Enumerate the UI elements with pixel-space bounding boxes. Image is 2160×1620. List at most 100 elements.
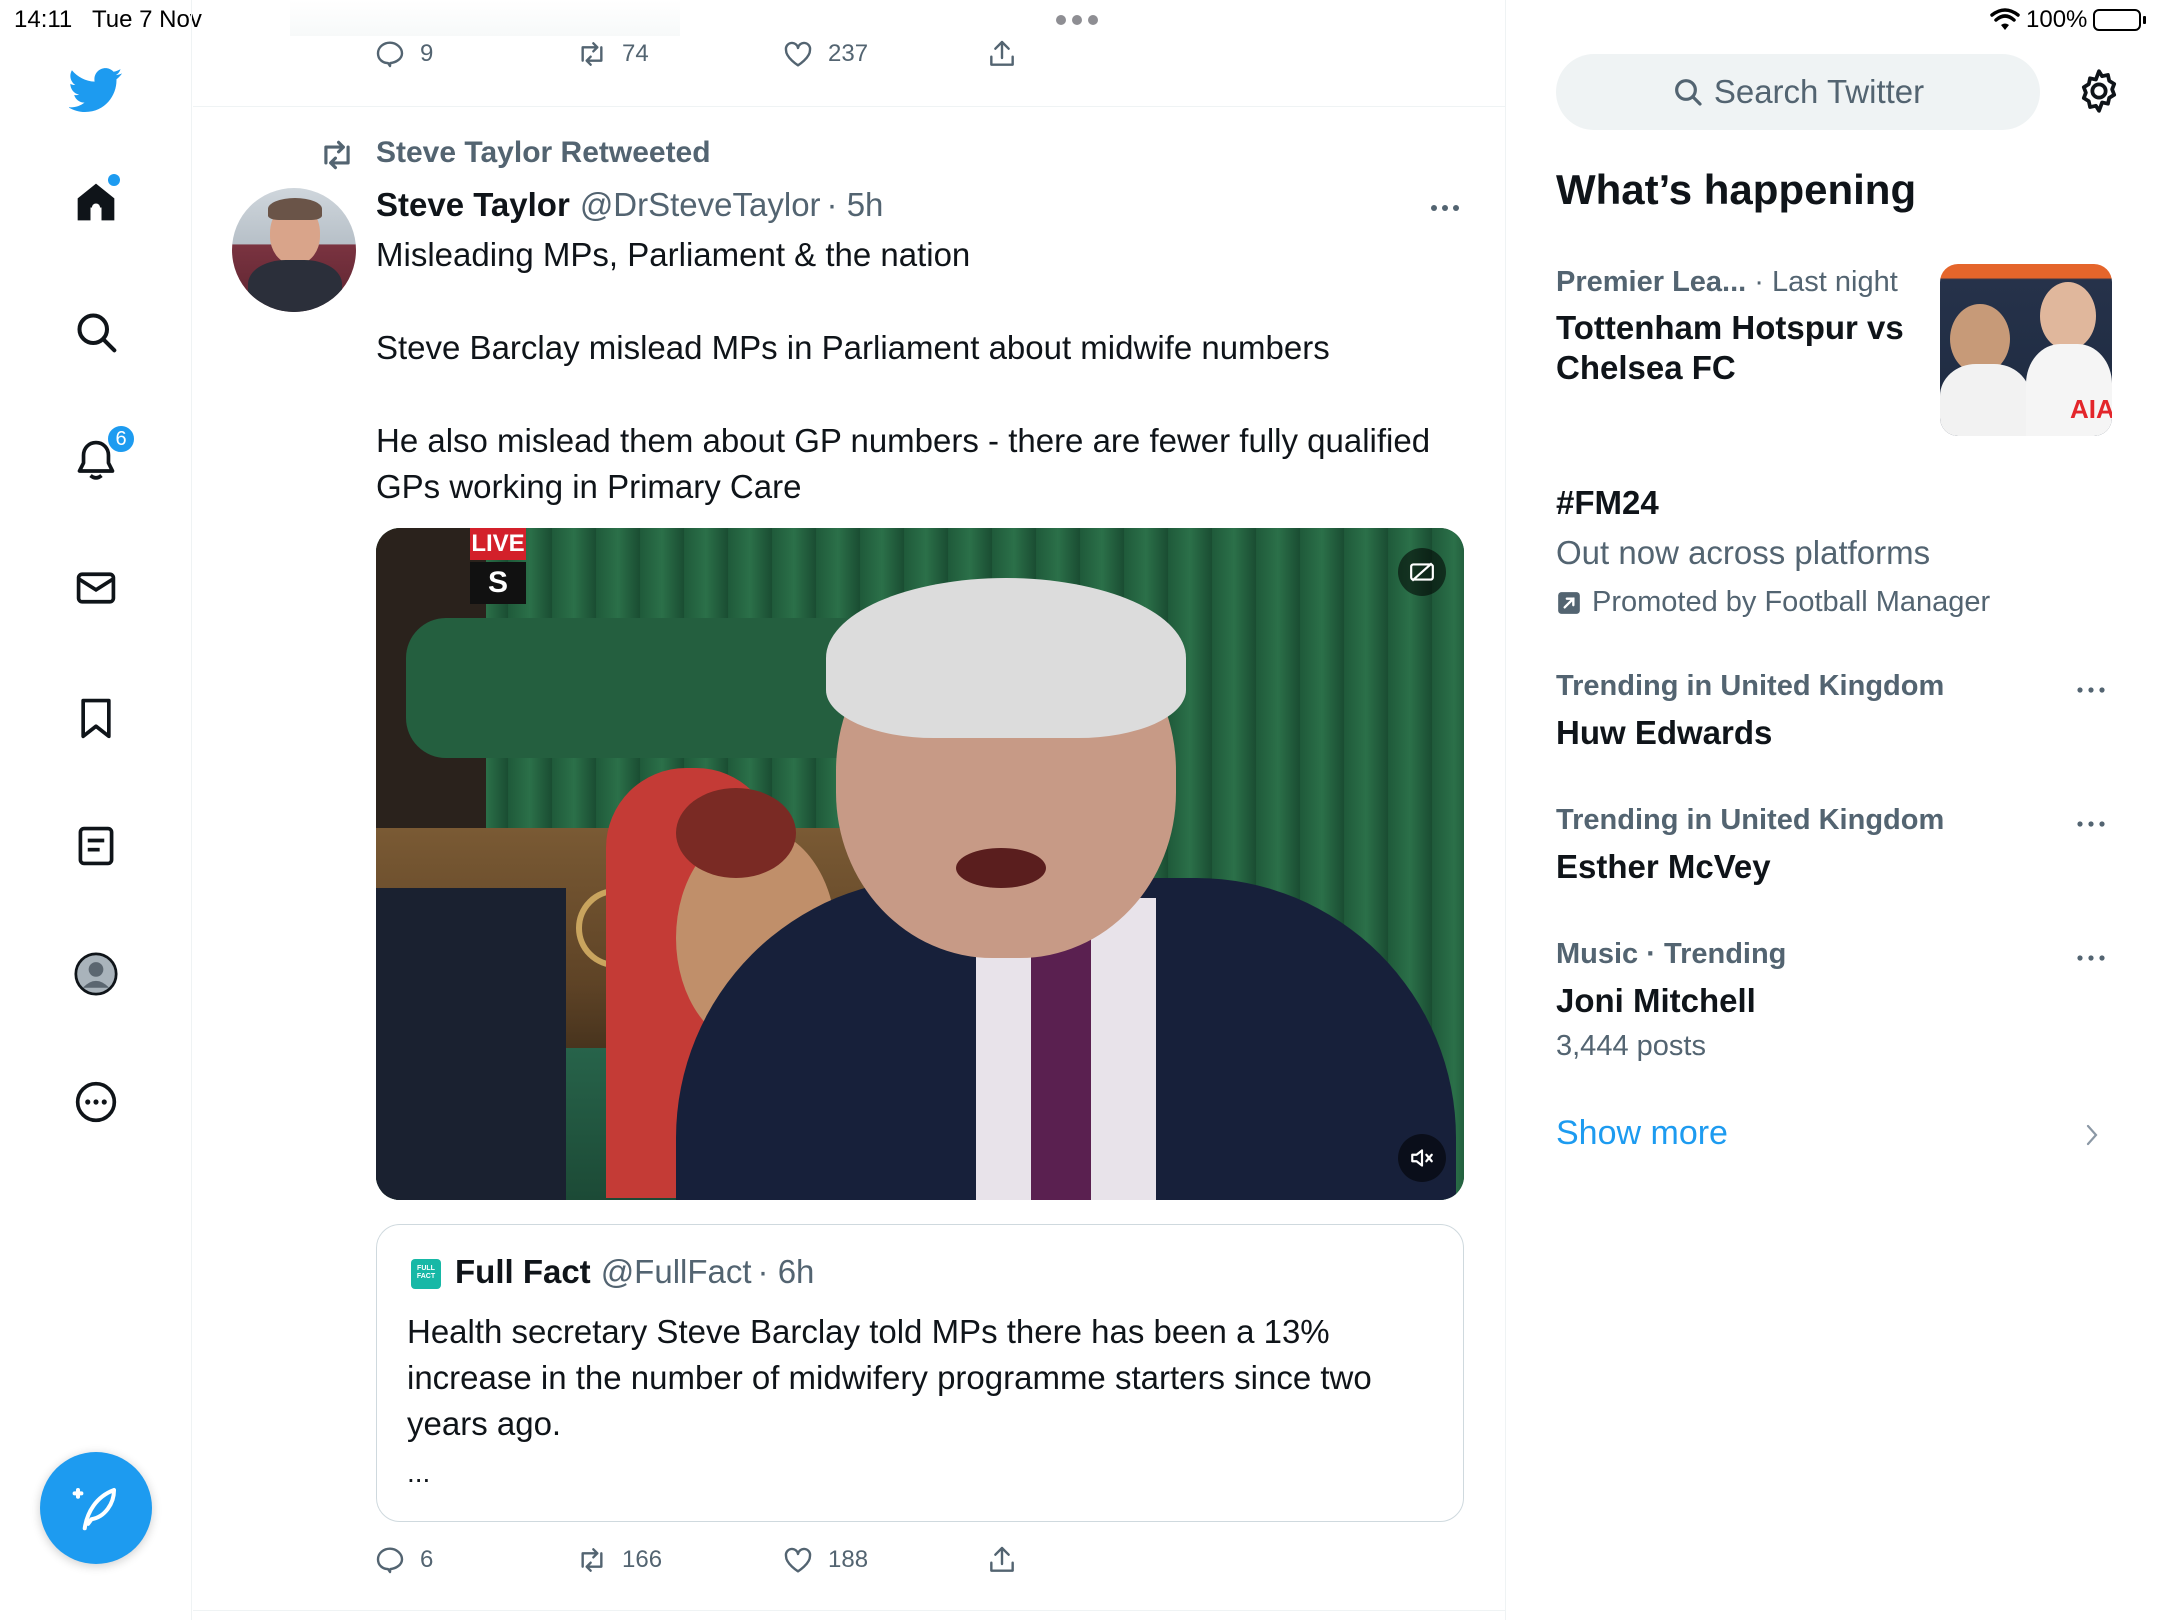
- battery-icon: [2093, 9, 2147, 31]
- mute-button[interactable]: [1398, 1134, 1446, 1182]
- show-more-label: Show more: [1556, 1114, 1728, 1152]
- tweet-more-button[interactable]: [1430, 188, 1460, 222]
- more-horizontal-icon: [2077, 687, 2105, 693]
- tweet-text-line-3: He also mislead them about GP numbers - …: [376, 422, 1431, 505]
- retweet-icon: [581, 1548, 603, 1572]
- reply-button[interactable]: 6: [374, 1544, 433, 1576]
- captions-button[interactable]: [1398, 548, 1446, 596]
- compose-tweet-button[interactable]: [40, 1452, 152, 1564]
- quoted-author-name: Full Fact: [455, 1253, 591, 1290]
- quoted-tweet[interactable]: FULL FACT Full Fact @FullFact · 6h Health…: [376, 1224, 1464, 1522]
- share-button[interactable]: [986, 1544, 1018, 1576]
- previous-reply-count: 9: [420, 40, 434, 67]
- tweet-divider: [193, 106, 1506, 107]
- reply-count: 6: [420, 1546, 434, 1573]
- quoted-header: Full Fact @FullFact · 6h: [455, 1253, 814, 1291]
- wifi-icon: [1990, 8, 2020, 30]
- author-handle[interactable]: @DrSteveTaylor: [580, 186, 821, 224]
- retweet-count: 166: [622, 1546, 663, 1573]
- trend-category: Premier Lea...: [1556, 266, 1747, 298]
- trend-item[interactable]: Premier Lea... · Last night Tottenham Ho…: [1556, 262, 2116, 452]
- nav-explore[interactable]: [64, 300, 128, 364]
- trend-more-button[interactable]: [2076, 950, 2106, 968]
- previous-like-count: 237: [828, 40, 869, 67]
- trend-category: Music · Trending: [1556, 938, 1787, 970]
- bookmark-icon: [81, 698, 111, 739]
- status-indicators: 100%: [1990, 6, 2147, 34]
- trend-subtitle: Out now across platforms: [1556, 534, 1931, 571]
- previous-retweet-count: 74: [622, 40, 649, 67]
- tweet-text-line-2: Steve Barclay mislead MPs in Parliament …: [376, 329, 1330, 366]
- quoted-author-handle: @FullFact: [600, 1253, 752, 1290]
- battery-percent: 100%: [2026, 6, 2088, 33]
- retweet-button[interactable]: 166: [576, 1544, 662, 1576]
- nav-notifications[interactable]: 6: [64, 424, 136, 492]
- mail-icon: [76, 572, 116, 604]
- gear-icon: [2081, 69, 2117, 113]
- trend-item[interactable]: Trending in United Kingdom Esther McVey: [1556, 802, 2116, 892]
- tweet-time[interactable]: · 5h: [827, 186, 884, 224]
- search-input[interactable]: Search Twitter: [1556, 54, 2040, 130]
- trend-title: Esther McVey: [1556, 848, 1771, 885]
- more-circle-icon: [75, 1081, 117, 1123]
- tweet-video[interactable]: LIVE S: [376, 528, 1464, 1200]
- trend-time: · Last night: [1754, 266, 1898, 298]
- previous-tweet-media-edge: [290, 0, 680, 36]
- quoted-tweet-text: Health secretary Steve Barclay told MPs …: [407, 1313, 1372, 1442]
- trend-post-count: 3,444 posts: [1556, 1030, 1706, 1062]
- promoted-label: Promoted by Football Manager: [1556, 586, 1990, 619]
- tweet-header: Steve Taylor @DrSteveTaylor · 5h: [376, 186, 883, 224]
- home-icon: [77, 183, 115, 221]
- promoted-by: Promoted by Football Manager: [1592, 586, 1991, 618]
- like-count: 188: [828, 1546, 869, 1573]
- more-horizontal-icon: [2077, 955, 2105, 961]
- author-avatar[interactable]: [232, 188, 356, 312]
- nav-messages[interactable]: [64, 556, 128, 620]
- speaker-muted-icon: [1411, 1149, 1433, 1167]
- trend-more-button[interactable]: [2076, 682, 2106, 700]
- promoted-icon: [1558, 591, 1580, 614]
- previous-share-button[interactable]: [986, 38, 1018, 70]
- more-horizontal-icon: [1431, 205, 1459, 211]
- search-placeholder: Search Twitter: [1713, 73, 1925, 110]
- list-icon: [78, 826, 114, 866]
- live-label: LIVE: [470, 528, 526, 560]
- show-more-link[interactable]: Show more: [1556, 1112, 2116, 1162]
- search-icon: [1674, 79, 1702, 106]
- channel-logo: S: [470, 562, 526, 604]
- profile-avatar-icon: [74, 952, 118, 996]
- tweet-text-line-1: Misleading MPs, Parliament & the nation: [376, 236, 971, 273]
- previous-like-button[interactable]: 237: [782, 38, 868, 70]
- twitter-logo-icon[interactable]: [64, 58, 128, 122]
- retweeted-by-label[interactable]: Steve Taylor Retweeted: [376, 136, 711, 170]
- trend-category: Trending in United Kingdom: [1556, 804, 1945, 836]
- quoted-tweet-time: · 6h: [757, 1253, 815, 1290]
- nav-lists[interactable]: [64, 814, 128, 878]
- whats-happening-heading: What’s happening: [1556, 166, 1917, 213]
- search-icon: [77, 313, 117, 353]
- trend-title: Joni Mitchell: [1556, 982, 1756, 1019]
- nav-bookmarks[interactable]: [64, 686, 128, 750]
- retweet-icon: [581, 42, 603, 66]
- nav-home[interactable]: [64, 170, 128, 234]
- author-name[interactable]: Steve Taylor: [376, 186, 570, 224]
- home-unread-dot: [108, 174, 120, 186]
- trend-category: Trending in United Kingdom: [1556, 670, 1945, 702]
- previous-reply-button[interactable]: 9: [374, 38, 433, 70]
- more-horizontal-icon: [2077, 821, 2105, 827]
- trend-title: Tottenham Hotspur vs Chelsea FC: [1556, 309, 1904, 386]
- trend-title: #FM24: [1556, 484, 1659, 521]
- like-button[interactable]: 188: [782, 1544, 868, 1576]
- previous-retweet-button[interactable]: 74: [576, 38, 649, 70]
- tweet-divider: [193, 1610, 1506, 1611]
- promoted-trend-item[interactable]: #FM24 Out now across platforms Promoted …: [1556, 484, 2116, 624]
- nav-profile[interactable]: [64, 942, 128, 1006]
- trend-title: Huw Edwards: [1556, 714, 1773, 751]
- heart-icon: [784, 41, 812, 67]
- trend-item[interactable]: Music · Trending Joni Mitchell 3,444 pos…: [1556, 936, 2116, 1066]
- settings-button[interactable]: [2074, 66, 2124, 121]
- trend-more-button[interactable]: [2076, 816, 2106, 834]
- trend-item[interactable]: Trending in United Kingdom Huw Edwards: [1556, 668, 2116, 758]
- nav-more[interactable]: [64, 1070, 128, 1134]
- quoted-tweet-ellipsis: ...: [407, 1457, 431, 1488]
